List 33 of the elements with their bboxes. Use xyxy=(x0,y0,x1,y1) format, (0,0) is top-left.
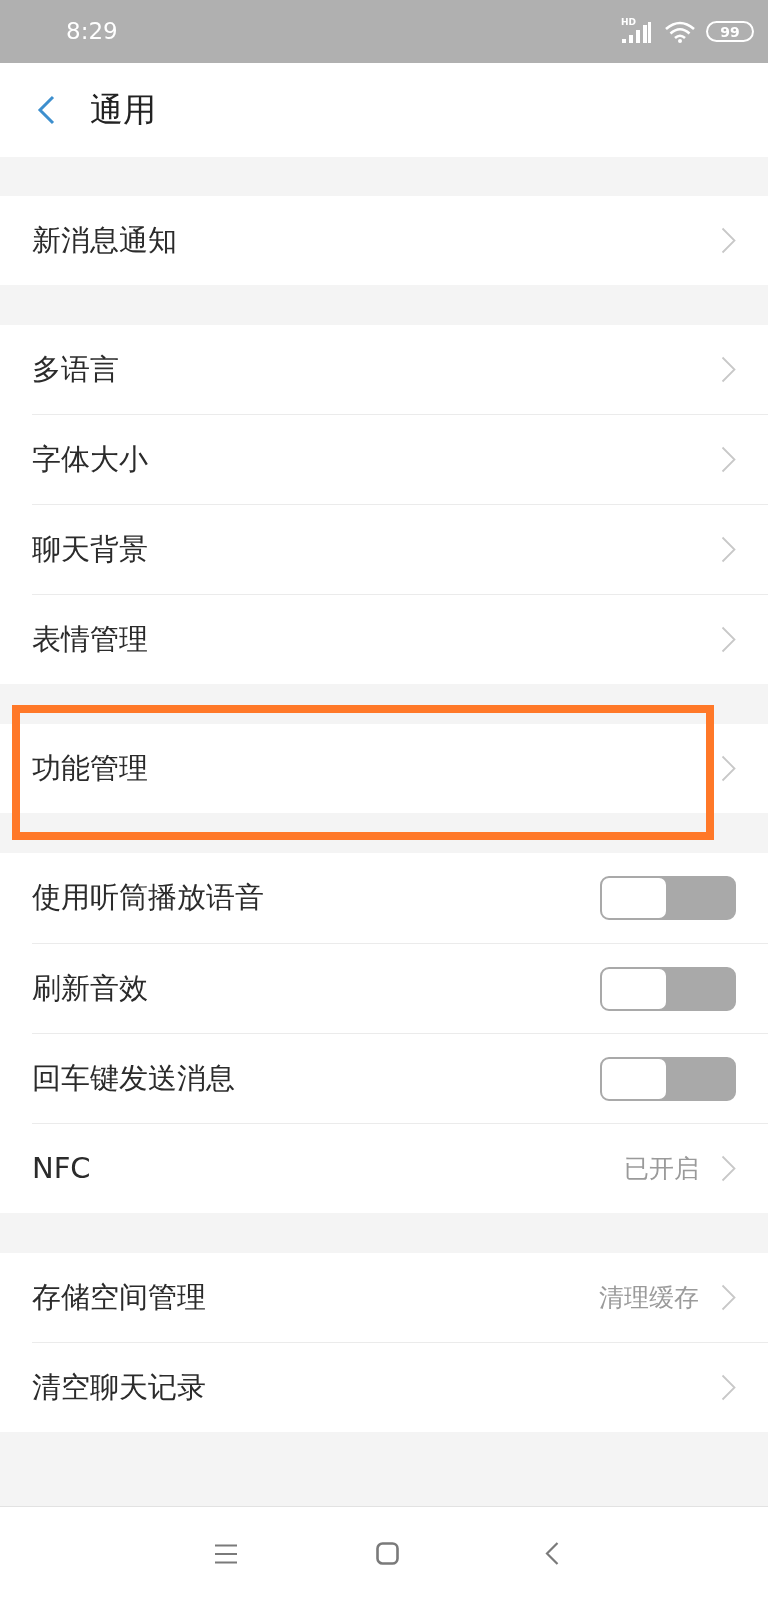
chevron-icon xyxy=(721,446,736,473)
page-title: 通用 xyxy=(90,89,156,132)
chevron-icon xyxy=(721,227,736,254)
settings-menu-item[interactable]: 表情管理 xyxy=(32,595,768,684)
setting-label: 回车键发送消息 xyxy=(32,1059,236,1097)
home-square-icon[interactable] xyxy=(376,1542,399,1565)
toggle-switch[interactable] xyxy=(600,966,736,1011)
settings-menu-item[interactable]: NFC 已开启 xyxy=(32,1124,768,1213)
chevron-icon xyxy=(721,356,736,383)
settings-menu-item[interactable]: 存储空间管理 清理缓存 xyxy=(32,1253,768,1342)
wifi-icon xyxy=(665,20,695,43)
status-time: 8:29 xyxy=(66,17,118,47)
chevron-icon xyxy=(721,1284,736,1311)
settings-menu-item[interactable]: 字体大小 xyxy=(32,415,768,504)
menu-icon[interactable] xyxy=(215,1543,237,1564)
toggle-switch[interactable] xyxy=(600,1056,736,1101)
settings-menu-item[interactable]: 清空聊天记录 xyxy=(32,1343,768,1432)
setting-value: 已开启 xyxy=(624,1152,699,1185)
setting-label: 使用听筒播放语音 xyxy=(32,879,265,917)
chevron-icon xyxy=(721,755,736,782)
setting-value: 清理缓存 xyxy=(599,1281,699,1314)
back-icon[interactable] xyxy=(545,1542,559,1565)
chevron-icon xyxy=(721,1374,736,1401)
battery-icon: 99 xyxy=(706,21,754,42)
toggle-switch[interactable] xyxy=(600,876,736,920)
chevron-icon xyxy=(721,1155,736,1182)
chevron-icon xyxy=(721,536,736,563)
settings-menu-item[interactable]: 聊天背景 xyxy=(32,505,768,594)
settings-menu-item[interactable]: 功能管理 xyxy=(32,724,768,813)
chevron-icon xyxy=(721,626,736,653)
settings-menu-item[interactable]: 多语言 xyxy=(32,325,768,414)
setting-label: 刷新音效 xyxy=(32,969,149,1007)
settings-menu-item[interactable]: 新消息通知 xyxy=(32,196,768,285)
